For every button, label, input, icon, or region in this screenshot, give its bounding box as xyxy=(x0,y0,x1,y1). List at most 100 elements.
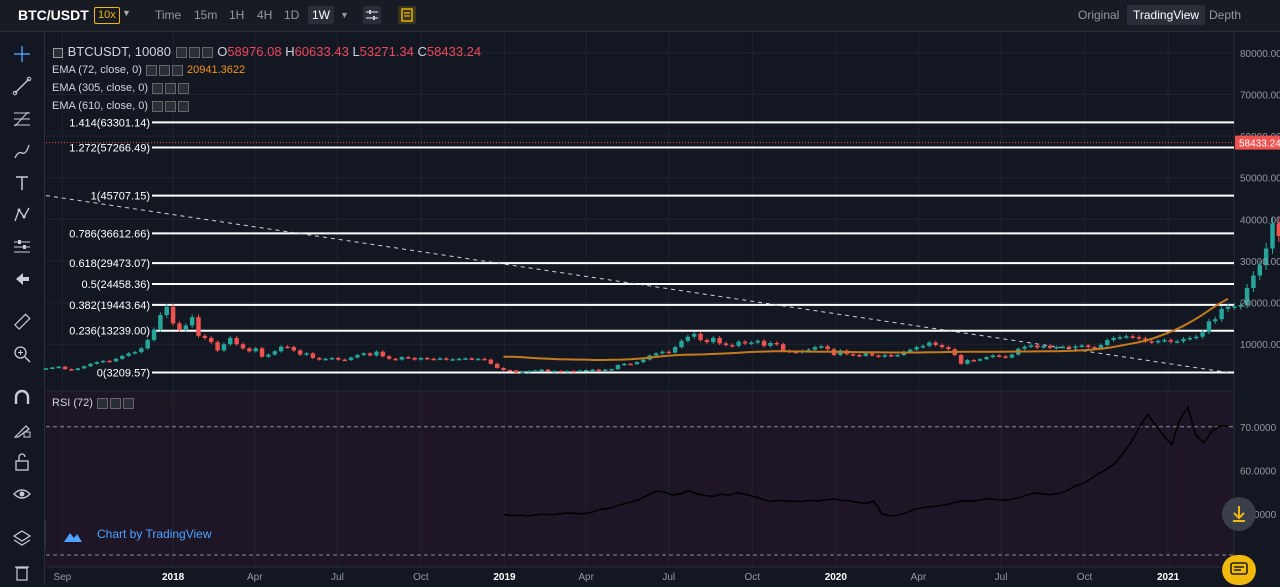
price-axis[interactable]: 10000.00 20000.00 30000.00 40000.00 50000.00… xyxy=(1235,49,1280,521)
time-tick-label: 2019 xyxy=(493,572,516,583)
candle-body xyxy=(425,357,430,360)
candle-body xyxy=(622,363,627,366)
visibility-icon[interactable] xyxy=(188,47,200,59)
rsi-settings-icon[interactable] xyxy=(97,397,109,409)
candle-body xyxy=(247,348,252,352)
scroll-to-latest-button[interactable] xyxy=(1222,497,1256,531)
high-value: 60633.43 xyxy=(294,44,349,59)
candle-body xyxy=(62,366,68,370)
candle-body xyxy=(272,351,277,355)
candle-body xyxy=(329,357,335,360)
candle-body xyxy=(1251,275,1256,289)
candle-body xyxy=(850,354,856,356)
candle-body xyxy=(259,348,265,357)
candle-body xyxy=(437,358,443,360)
candle-body xyxy=(876,355,881,357)
candle-body xyxy=(869,353,875,356)
candle-body xyxy=(1194,336,1199,339)
candle-body xyxy=(406,357,411,359)
candle-body xyxy=(507,370,513,372)
candle-body xyxy=(1003,356,1008,358)
ticker-label: BTCUSDT, 10080 xyxy=(67,44,171,59)
candle-body xyxy=(266,354,271,357)
candle-body xyxy=(463,358,468,360)
candle-body xyxy=(69,369,74,371)
rsi-panel-background xyxy=(46,392,1234,567)
time-tick-label: Oct xyxy=(1077,572,1093,583)
rsi-close-icon[interactable] xyxy=(123,397,135,409)
ema2-visibility-icon[interactable] xyxy=(165,82,177,94)
candle-body xyxy=(742,341,748,344)
ema3-legend: EMA (610, close, 0) xyxy=(52,100,190,112)
candle-body xyxy=(43,368,49,370)
candle-body xyxy=(107,360,112,363)
candle-body xyxy=(927,342,932,346)
time-tick-label: 2018 xyxy=(162,572,185,583)
candle-body xyxy=(609,369,614,371)
candle-body xyxy=(520,372,525,374)
ema3-close-icon[interactable] xyxy=(178,100,190,112)
candle-body xyxy=(641,359,646,363)
fib-level-label: 0.382(19443.64) xyxy=(69,300,150,312)
candle-body xyxy=(698,333,703,341)
candle-body xyxy=(189,317,195,326)
settings-icon[interactable] xyxy=(175,47,187,59)
candle-body xyxy=(666,351,671,354)
candle-body xyxy=(1136,337,1142,339)
candle-body xyxy=(825,346,830,350)
candle-body xyxy=(1232,306,1237,308)
fib-level-label: 0.618(29473.07) xyxy=(69,258,150,270)
candle-body xyxy=(1117,337,1123,339)
candle-body xyxy=(196,317,201,336)
chat-button[interactable] xyxy=(1222,555,1256,585)
candle-body xyxy=(1149,341,1154,343)
ema1-settings-icon[interactable] xyxy=(145,64,157,76)
candle-body xyxy=(939,345,945,348)
candle-body xyxy=(374,351,379,356)
legend-square-icon xyxy=(53,47,63,58)
tradingview-logo-icon xyxy=(64,533,82,542)
candle-body xyxy=(234,337,239,345)
candle-body xyxy=(81,366,87,369)
rsi-tick-label: 60.0000 xyxy=(1240,466,1277,477)
time-axis[interactable]: Sep 2018 Apr Jul Oct 2019 Apr Jul Oct 2020 Apr Jul O… xyxy=(53,572,1179,583)
ema2-settings-icon[interactable] xyxy=(152,82,164,94)
last-price-label: 58433.24 xyxy=(1239,139,1280,150)
close-icon[interactable] xyxy=(201,47,213,59)
price-tick-label: 50000.00 xyxy=(1240,174,1280,185)
candle-body xyxy=(914,347,919,350)
tradingview-watermark[interactable]: Chart by TradingView xyxy=(97,527,212,541)
candle-body xyxy=(819,346,824,348)
ema1-close-icon[interactable] xyxy=(171,64,183,76)
candle-body xyxy=(634,362,640,365)
candle-body xyxy=(533,370,538,372)
candle-body xyxy=(1022,346,1027,349)
ema-line xyxy=(503,297,1229,361)
time-tick-label: 2020 xyxy=(825,572,848,583)
candle-body xyxy=(997,355,1002,357)
candle-body xyxy=(558,370,563,373)
candle-body xyxy=(469,358,474,360)
ema3-visibility-icon[interactable] xyxy=(165,100,177,112)
ema1-visibility-icon[interactable] xyxy=(158,64,170,76)
candle-body xyxy=(564,370,570,373)
price-chart[interactable]: 0(3209.57) 0.236(13239.00) 0.382(19443.64)… xyxy=(0,0,1280,585)
ema3-settings-icon[interactable] xyxy=(152,100,164,112)
candle-body xyxy=(253,348,258,352)
candle-body xyxy=(571,370,576,373)
candle-body xyxy=(355,355,360,358)
candle-body xyxy=(202,335,208,338)
candle-body xyxy=(94,362,100,364)
candle-body xyxy=(1041,345,1046,348)
candle-body xyxy=(965,360,970,364)
candle-body xyxy=(1124,336,1129,338)
candle-body xyxy=(126,353,131,356)
candle-body xyxy=(774,342,780,345)
candle-body xyxy=(488,359,494,364)
candle-body xyxy=(444,358,449,360)
candle-body xyxy=(336,357,341,360)
ema2-close-icon[interactable] xyxy=(178,82,190,94)
candle-body xyxy=(1047,345,1053,348)
rsi-visibility-icon[interactable] xyxy=(110,397,122,409)
candle-body xyxy=(1054,347,1059,349)
